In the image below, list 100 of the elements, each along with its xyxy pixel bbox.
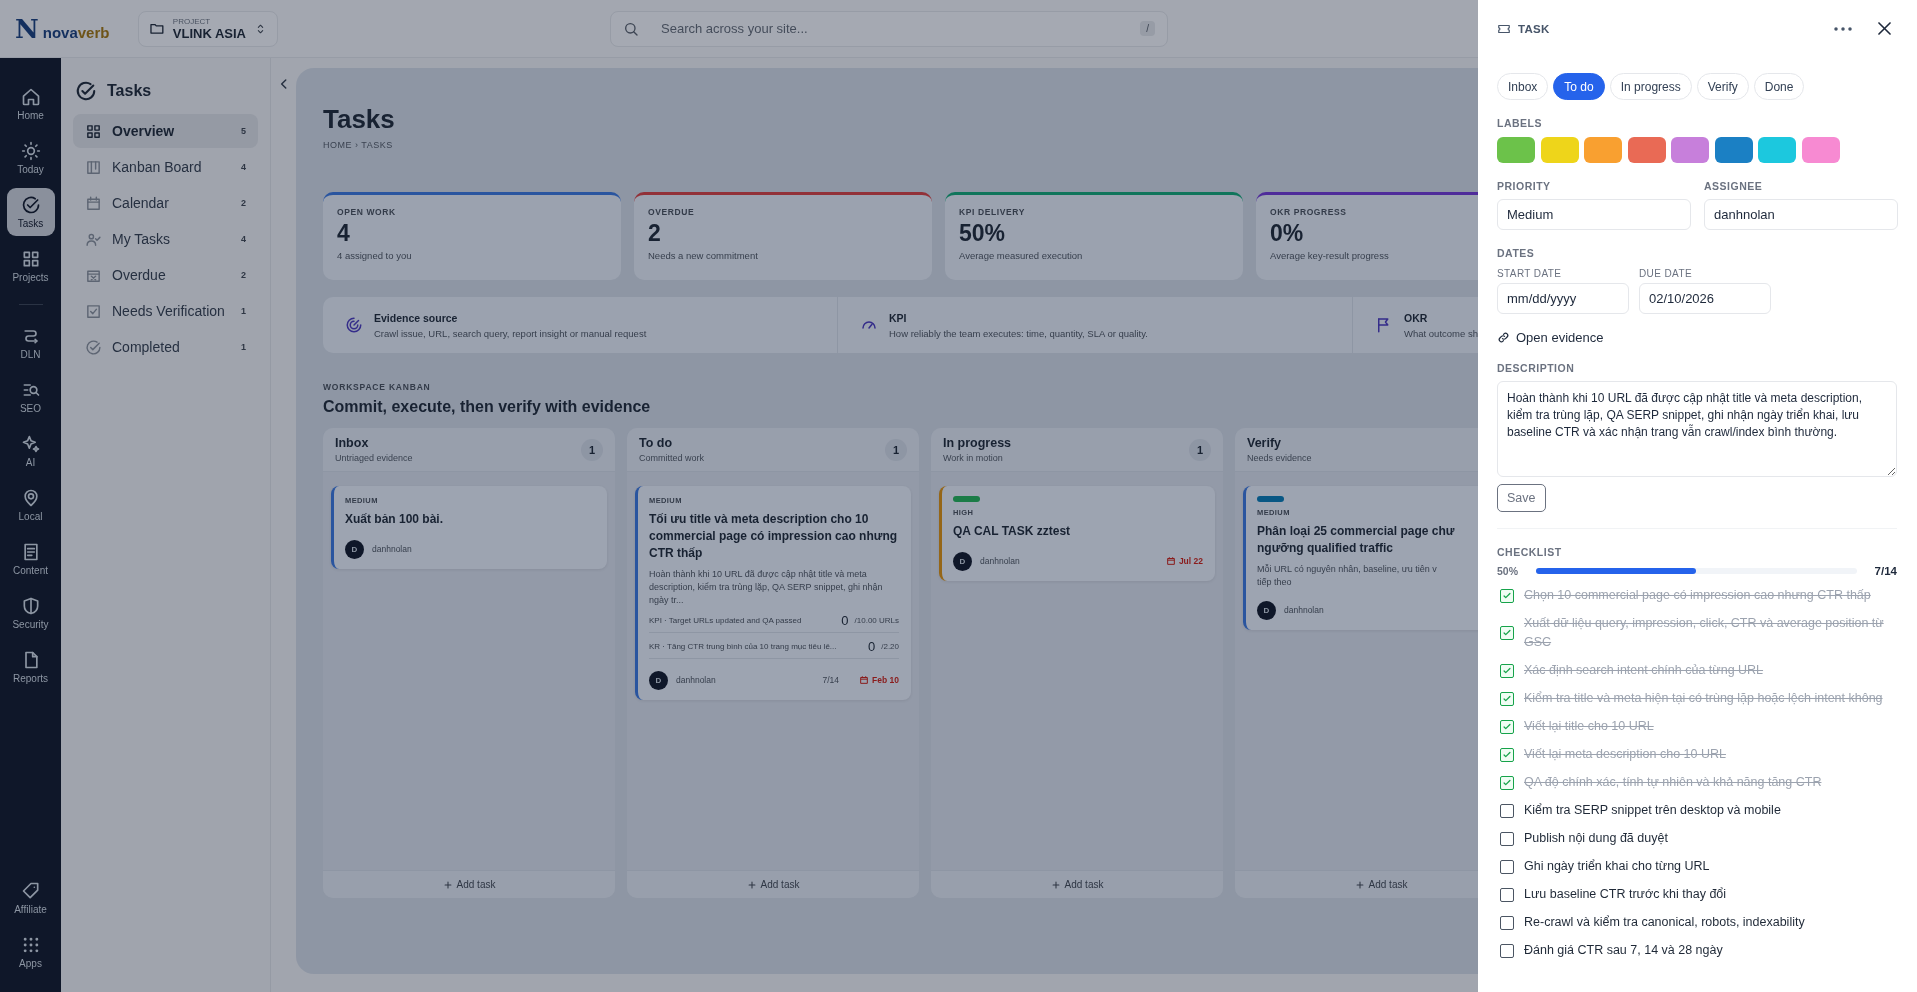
sidebar-item[interactable]: Needs Verification 1 (73, 294, 258, 328)
save-button[interactable]: Save (1497, 484, 1546, 512)
info-title: OKR (1404, 311, 1429, 324)
assignee-name: danhnolan (980, 556, 1021, 567)
sidebar-item[interactable]: My Tasks 4 (73, 222, 258, 256)
column-subtitle: Needs evidence (1247, 453, 1312, 464)
calendar-icon (1165, 556, 1176, 567)
checkbox[interactable] (1500, 859, 1514, 874)
checkbox[interactable] (1500, 663, 1514, 678)
label-swatch[interactable] (1801, 137, 1840, 163)
status-tab[interactable]: To do (1553, 73, 1605, 100)
rail-item[interactable]: Local (6, 481, 55, 529)
card-description: Hoàn thành khi 10 URL đã được cập nhật title và meta description, kiểm tra trùng lặp, QA SERP snippet, ghi nhận ngày tr... (649, 567, 884, 607)
label-swatch[interactable] (1627, 137, 1666, 163)
rail-item[interactable]: Content (6, 535, 55, 583)
check-icon (1502, 628, 1512, 638)
checklist-item: Đánh giá CTR sau 7, 14 và 28 ngày (1524, 942, 1723, 959)
start-date-field[interactable]: mm/dd/yyyy (1497, 283, 1629, 314)
rail-item[interactable]: AI (6, 427, 55, 475)
label-swatch[interactable] (1497, 137, 1535, 163)
checkbox[interactable] (1500, 719, 1514, 734)
status-tab[interactable]: Verify (1696, 73, 1749, 100)
metric-target: /10.00 URLs (854, 615, 899, 625)
brand-logo[interactable]: N novaverb (0, 13, 138, 44)
due-date-field[interactable]: 02/10/2026 (1639, 283, 1771, 314)
rail-item[interactable]: SEO (6, 373, 55, 421)
rail-item[interactable]: DLN (6, 319, 55, 367)
rail-item[interactable]: Projects (6, 242, 55, 290)
checklist-item: Viết lại meta description cho 10 URL (1524, 746, 1726, 763)
card-description: Mỗi URL có nguyên nhân, baseline, ưu tiên v tiếp theo (1257, 562, 1438, 589)
checkbox[interactable] (1500, 943, 1514, 958)
sidebar-item[interactable]: Overview 5 (73, 114, 258, 148)
section-title: Commit, execute, then verify with evidence (323, 398, 652, 417)
rail-item[interactable]: Tasks (6, 188, 55, 236)
plus-icon (442, 879, 453, 890)
priority-field[interactable]: Medium (1497, 199, 1691, 230)
checkbox[interactable] (1500, 831, 1514, 846)
card-title: Tối ưu title và meta description cho 10 commercial page có impression cao nhưng CTR thấp (649, 511, 899, 562)
status-tab[interactable]: Done (1753, 73, 1805, 100)
checkbox[interactable] (1500, 803, 1514, 818)
assignee-field[interactable]: danhnolan (1704, 199, 1898, 230)
progress-count: 7/14 (1874, 565, 1897, 577)
drawer-title: TASK (1518, 22, 1551, 35)
count-badge: 1 (885, 438, 907, 461)
checklist-item: Xác định search intent chính của từng URL (1524, 662, 1764, 679)
stat-value: 2 (648, 220, 662, 248)
stat-label: KPI DELIVERY (959, 207, 1026, 218)
open-evidence-link[interactable]: Open evidence (1497, 330, 1604, 345)
add-task-button[interactable]: Add task (1235, 870, 1478, 899)
metric-value: 0 (867, 638, 876, 654)
rail-item[interactable]: Reports (6, 643, 55, 691)
info-title: Evidence source (374, 311, 459, 324)
search-bar[interactable]: Search across your site... / (610, 10, 1168, 47)
label-swatch[interactable] (1540, 137, 1579, 163)
home-icon (20, 87, 41, 107)
checkbox[interactable] (1500, 887, 1514, 902)
label-swatch[interactable] (1758, 137, 1796, 163)
rail-item[interactable]: Today (6, 134, 55, 182)
sidebar-item[interactable]: Completed 1 (73, 330, 258, 364)
column-title: Verify (1247, 436, 1283, 451)
checkbox[interactable] (1500, 588, 1514, 603)
label-swatch[interactable] (1714, 137, 1753, 163)
check-icon (1502, 590, 1512, 601)
checkbox[interactable] (1500, 691, 1514, 706)
add-task-button[interactable]: Add task (627, 870, 919, 899)
description-field[interactable]: Hoàn thành khi 10 URL đã được cập nhật title và meta description, kiểm tra trùng lặp, QA SERP snippet, ghi nhận ngày triển khai, lưu baseline CTR và xác nhận trang vẫn crawl/index bình thường. (1497, 381, 1897, 477)
sidebar-item[interactable]: Overdue 2 (73, 258, 258, 292)
project-switcher[interactable]: PROJECT VLINK ASIA (138, 10, 278, 47)
assignee-name: danhnolan (372, 544, 413, 555)
rail-item[interactable]: Home (6, 80, 55, 128)
due-date: Jul 22 (1165, 556, 1203, 567)
search-input[interactable]: Search across your site... (659, 20, 1141, 37)
sidebar-item[interactable]: Calendar 2 (73, 186, 258, 220)
task-card[interactable] (635, 486, 911, 700)
checkbox[interactable] (1500, 747, 1514, 762)
rail-item[interactable]: Security (6, 589, 55, 637)
status-tab[interactable]: Inbox (1497, 73, 1549, 100)
sidebar-item[interactable]: Kanban Board 4 (73, 150, 258, 184)
checklist-item: Xuất dữ liệu query, impression, click, CTR và average position từ GSC (1524, 615, 1885, 651)
checkbox[interactable] (1500, 915, 1514, 930)
stat-note: Average measured execution (959, 250, 1084, 262)
label-swatch[interactable] (1584, 137, 1622, 163)
checkbox[interactable] (1500, 775, 1514, 790)
checkbox[interactable] (1500, 626, 1514, 640)
radar-icon (345, 316, 363, 335)
status-tab[interactable]: In progress (1609, 73, 1692, 100)
page-title: Tasks (323, 104, 396, 136)
checklist-item: Kiểm tra title và meta hiện tại có trùng lặp hoặc lệch intent không (1524, 690, 1883, 707)
progress-percent: 50% (1497, 565, 1518, 577)
field-label: PRIORITY (1497, 180, 1552, 192)
add-task-button[interactable]: Add task (323, 870, 615, 899)
tag-icon (20, 881, 41, 901)
stat-note: Needs a new commitment (648, 250, 759, 262)
rail-item[interactable]: Affiliate (6, 874, 55, 922)
add-task-button[interactable]: Add task (931, 870, 1223, 899)
checklist-item: Publish nội dung đã duyệt (1524, 830, 1668, 847)
label-swatch[interactable] (1671, 137, 1709, 163)
rail-item[interactable]: Apps (6, 928, 55, 976)
metric-value: 0 (841, 612, 849, 628)
avatar: D (649, 670, 668, 690)
